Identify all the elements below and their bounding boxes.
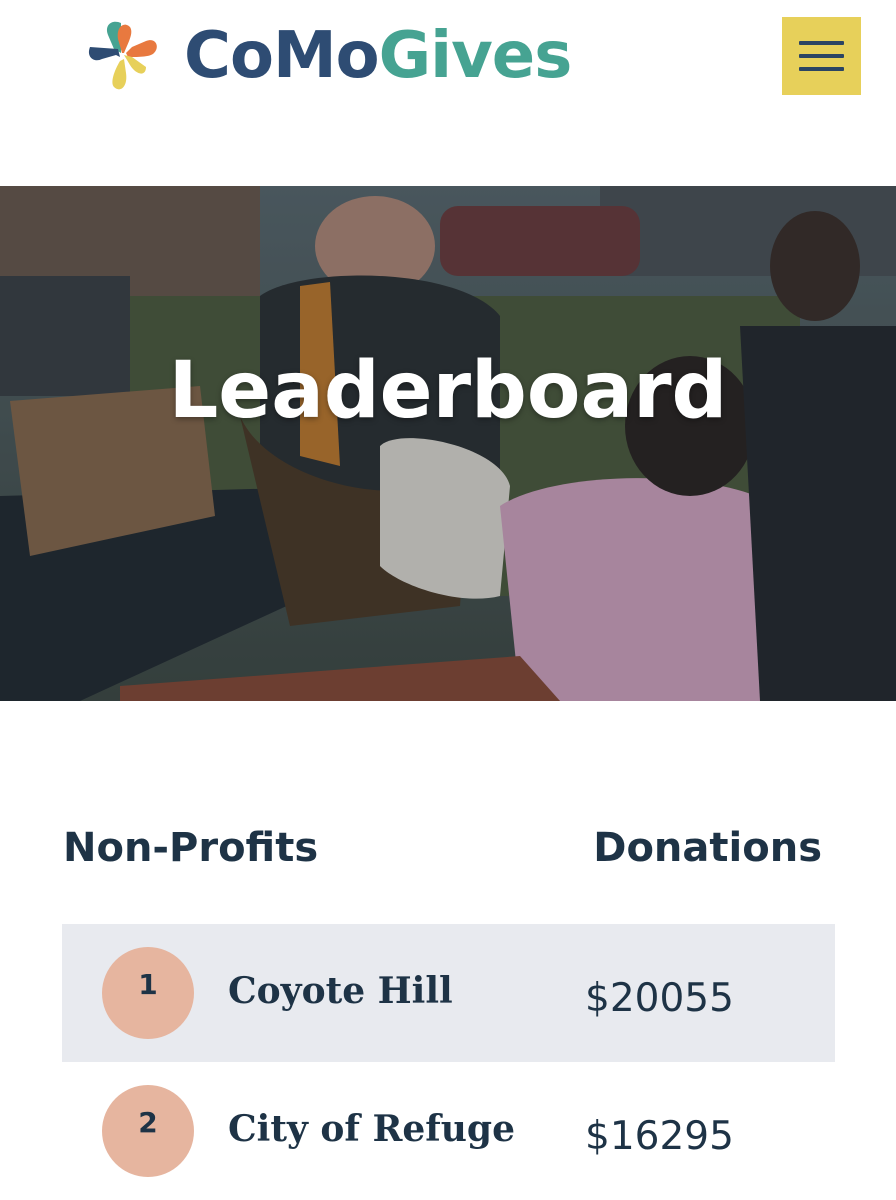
donation-amount: $16295 [585,1114,734,1159]
logo-text-como: CoMo [184,19,380,93]
hero-banner: Leaderboard [0,186,896,701]
hero-overlay [0,186,896,701]
page-title: Leaderboard [168,346,728,436]
column-header-donations: Donations [593,825,822,871]
rank-badge: 1 [102,947,194,1039]
rank-badge: 2 [102,1085,194,1177]
site-header: CoMoGives [0,0,896,186]
logo-mark-icon [84,17,162,95]
nonprofit-name[interactable]: Coyote Hill [228,970,453,1012]
nonprofit-name[interactable]: City of Refuge [228,1108,515,1150]
como-gives-logo[interactable]: CoMoGives [84,16,572,96]
leaderboard-row[interactable]: 1 Coyote Hill $20055 [62,924,835,1062]
donation-amount: $20055 [585,976,734,1021]
column-header-nonprofits: Non-Profits [63,825,319,871]
leaderboard-row[interactable]: 2 City of Refuge $16295 [62,1062,835,1200]
logo-wordmark: CoMoGives [184,24,572,88]
hamburger-menu-button[interactable] [782,17,861,95]
logo-text-gives: Gives [378,19,573,93]
